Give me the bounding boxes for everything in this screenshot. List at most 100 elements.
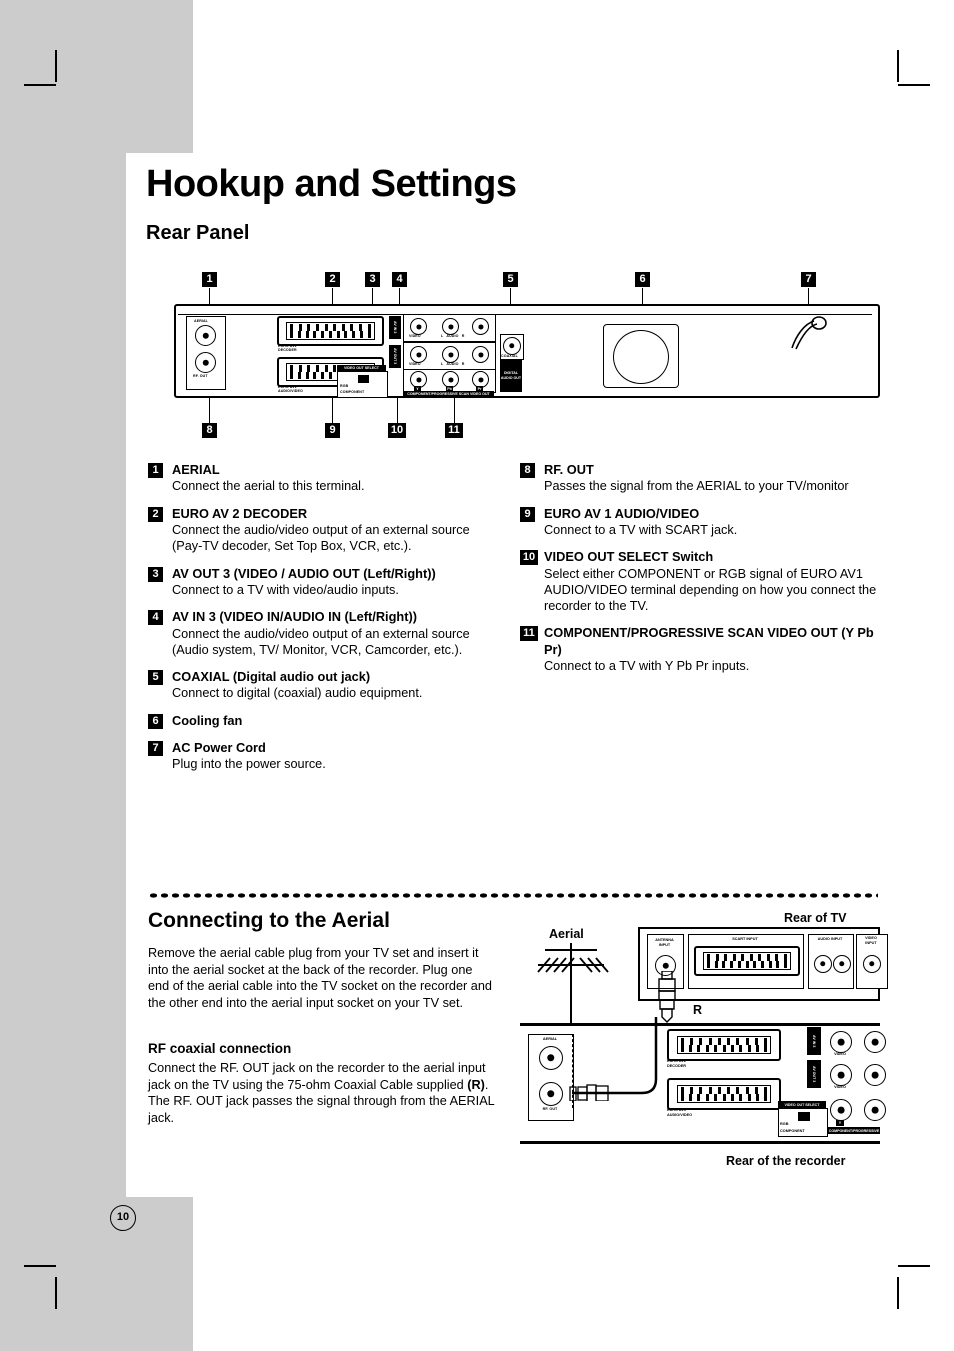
description-body-1: Connect the aerial to this terminal. bbox=[172, 479, 365, 494]
description-title-2: EURO AV 2 DECODER bbox=[172, 505, 308, 521]
recorder-label-euro-av2: EURO AV2 DECODER bbox=[667, 1059, 686, 1068]
description-body-10: Select either COMPONENT or RGB signal of… bbox=[544, 566, 877, 614]
rear-panel-diagram: 1 2 3 4 5 6 7 8 9 10 11 AERIAL RF. OUT E… bbox=[160, 272, 884, 442]
tv-label-antenna-input: ANTENNA INPUT bbox=[655, 938, 674, 947]
callout-9: 9 bbox=[325, 423, 340, 438]
recorder-video-out-select-slider[interactable] bbox=[798, 1112, 810, 1121]
description-number-1: 1 bbox=[148, 463, 163, 478]
description-title-9: EURO AV 1 AUDIO/VIDEO bbox=[544, 505, 700, 521]
crop-mark-bottom-right-horizontal bbox=[898, 1265, 930, 1267]
description-title-10: VIDEO OUT SELECT Switch bbox=[544, 549, 714, 565]
description-number-2: 2 bbox=[148, 506, 163, 522]
description-item-2: 2 EURO AV 2 DECODER Connect the audio/vi… bbox=[148, 506, 503, 555]
tv-label-scart-input: SCART INPUT bbox=[732, 937, 758, 941]
callout-2: 2 bbox=[325, 272, 340, 287]
recorder-label-video-out-select: VIDEO OUT SELECT bbox=[778, 1101, 826, 1108]
euro-av2-scart-connector bbox=[277, 316, 384, 346]
label-rear-of-recorder: Rear of the recorder bbox=[726, 1154, 846, 1168]
description-item-7: 7 AC Power Cord Plug into the power sour… bbox=[148, 740, 503, 773]
panel-label-euro-av2: EURO AV2 DECODER bbox=[278, 344, 297, 353]
crop-mark-bottom-right-vertical bbox=[897, 1277, 899, 1309]
recorder-label-rgb: RGB bbox=[780, 1122, 789, 1126]
page-content: Hookup and Settings Rear Panel 1 2 3 4 5… bbox=[146, 0, 894, 1351]
callout-5: 5 bbox=[503, 272, 518, 287]
description-title-5: COAXIAL (Digital audio out jack) bbox=[172, 669, 371, 684]
description-number-5: 5 bbox=[148, 670, 163, 685]
description-number-4: 4 bbox=[148, 610, 163, 626]
tv-audio-right-jack bbox=[833, 955, 851, 973]
description-item-4: 4 AV IN 3 (VIDEO IN/AUDIO IN (Left/Right… bbox=[148, 609, 503, 658]
panel-label-component-out: COMPONENT/PROGRESSIVE SCAN VIDEO OUT bbox=[403, 391, 494, 397]
panel-label-rf-out: RF. OUT bbox=[193, 374, 208, 378]
description-list-left: 1 AERIAL Connect the aerial to this term… bbox=[148, 462, 503, 784]
recorder-av-out-3-audio-jack bbox=[864, 1064, 886, 1086]
rf-cable-ref: (R) bbox=[467, 1077, 485, 1092]
description-item-10: 10 VIDEO OUT SELECT Switch Select either… bbox=[520, 549, 880, 614]
aerial-alignment-guide bbox=[572, 1034, 574, 1108]
recorder-av-in-3-audio-jack bbox=[864, 1031, 886, 1053]
description-item-9: 9 EURO AV 1 AUDIO/VIDEO Connect to a TV … bbox=[520, 506, 880, 539]
section-title-rear-panel: Rear Panel bbox=[146, 222, 250, 244]
description-number-9: 9 bbox=[520, 506, 535, 522]
description-title-7: AC Power Cord bbox=[172, 740, 266, 755]
description-title-1: AERIAL bbox=[172, 462, 220, 477]
description-title-3: AV OUT 3 (VIDEO / AUDIO OUT (Left/Right)… bbox=[172, 565, 436, 581]
panel-label-rgb: RGB bbox=[340, 384, 349, 388]
av-out-3-audio-left-jack bbox=[442, 346, 459, 363]
panel-label-component: COMPONENT bbox=[340, 390, 365, 394]
description-number-11: 11 bbox=[520, 626, 538, 642]
description-title-4: AV IN 3 (VIDEO IN/AUDIO IN (Left/Right)) bbox=[172, 609, 418, 625]
coaxial-jack bbox=[503, 337, 521, 355]
crop-mark-bottom-left-horizontal bbox=[24, 1265, 56, 1267]
description-body-8: Passes the signal from the AERIAL to you… bbox=[544, 479, 849, 494]
description-number-6: 6 bbox=[148, 713, 163, 729]
subsection-title-rf-coaxial: RF coaxial connection bbox=[148, 1041, 292, 1056]
aerial-jack bbox=[195, 325, 216, 346]
ac-power-cord-icon bbox=[791, 316, 827, 350]
recorder-component-pb-jack bbox=[864, 1099, 886, 1121]
label-rear-of-tv: Rear of TV bbox=[784, 911, 847, 925]
recorder-label-component-out: COMPONENT/PROGRESSIVE bbox=[828, 1127, 880, 1134]
description-item-1: 1 AERIAL Connect the aerial to this term… bbox=[148, 462, 503, 495]
description-body-11: Connect to a TV with Y Pb Pr inputs. bbox=[544, 659, 750, 674]
tv-video-input-jack bbox=[863, 955, 881, 973]
panel-label-euro-av1: EURO AV1 AUDIO/VIDEO bbox=[278, 385, 303, 394]
description-title-6: Cooling fan bbox=[172, 712, 243, 728]
video-out-select-slider[interactable] bbox=[358, 375, 369, 383]
description-item-6: 6 Cooling fan bbox=[148, 713, 503, 729]
description-body-7: Plug into the power source. bbox=[172, 757, 326, 772]
recorder-label-rf-out: RF. OUT bbox=[542, 1107, 558, 1111]
aerial-body-text: Remove the aerial cable plug from your T… bbox=[148, 946, 492, 1010]
callout-10: 10 bbox=[388, 423, 406, 438]
rf-body-text: Connect the RF. OUT jack on the recorder… bbox=[148, 1060, 496, 1126]
description-item-5: 5 COAXIAL (Digital audio out jack) Conne… bbox=[148, 669, 503, 702]
label-cable-r-top: R bbox=[693, 1003, 703, 1017]
panel-label-av-out-3-video: VIDEO bbox=[409, 362, 421, 366]
description-item-8: 8 RF. OUT Passes the signal from the AER… bbox=[520, 462, 880, 495]
recorder-av-out-3-video-jack bbox=[830, 1064, 852, 1086]
description-body-9: Connect to a TV with SCART jack. bbox=[544, 523, 738, 537]
recorder-label-euro-av1: EURO AV1 AUDIO/VIDEO bbox=[667, 1108, 693, 1117]
crop-mark-top-right-horizontal bbox=[898, 84, 930, 86]
description-number-10: 10 bbox=[520, 550, 538, 566]
recorder-label-component: COMPONENT bbox=[780, 1129, 805, 1133]
rf-out-jack bbox=[195, 352, 216, 373]
panel-label-av-out-3-audio: L AUDIO R bbox=[441, 362, 465, 366]
panel-label-coaxial: COAXIAL bbox=[501, 354, 518, 358]
panel-label-aerial: AERIAL bbox=[194, 319, 208, 323]
cooling-fan-circle bbox=[613, 330, 669, 384]
description-item-11: 11 COMPONENT/PROGRESSIVE SCAN VIDEO OUT … bbox=[520, 625, 880, 674]
tv-audio-left-jack bbox=[814, 955, 832, 973]
aerial-hookup-diagram: Rear of TV Aerial ANTENNA INPUT SCART IN… bbox=[520, 905, 888, 1170]
description-number-3: 3 bbox=[148, 566, 163, 582]
aerial-elements-icon bbox=[537, 957, 609, 973]
tv-label-audio-input: AUDIO INPUT bbox=[817, 937, 843, 941]
description-item-3: 3 AV OUT 3 (VIDEO / AUDIO OUT (Left/Righ… bbox=[148, 566, 503, 599]
description-title-8: RF. OUT bbox=[544, 462, 594, 477]
label-aerial: Aerial bbox=[549, 927, 584, 941]
callout-4: 4 bbox=[392, 272, 407, 287]
recorder-av-in-3-video-jack bbox=[830, 1031, 852, 1053]
description-body-4: Connect the audio/video output of an ext… bbox=[172, 626, 470, 657]
rf-body-part-1: Connect the RF. OUT jack on the recorder… bbox=[148, 1061, 486, 1092]
av-in-3-video-jack bbox=[410, 318, 427, 335]
